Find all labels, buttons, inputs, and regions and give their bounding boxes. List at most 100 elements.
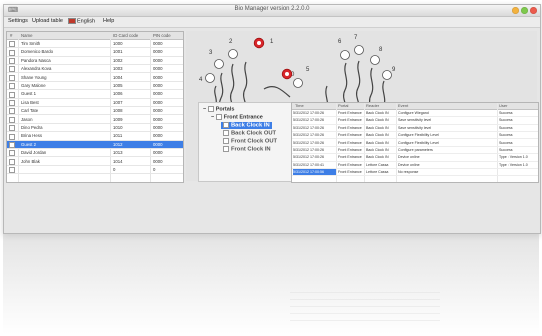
- menu-upload-table[interactable]: Upload table: [32, 18, 63, 24]
- menu-language[interactable]: English: [68, 18, 95, 24]
- tree-checkbox[interactable]: [223, 122, 229, 128]
- user-row[interactable]: Tim Smith 1000 0000: [7, 40, 183, 49]
- tree-checkbox[interactable]: [215, 114, 222, 120]
- event-row[interactable]: 5/31/2012 17:00:41 Front Entrance Lettore …: [292, 162, 538, 170]
- user-row[interactable]: David Jordan 1013 0000: [7, 149, 183, 158]
- user-row-checkbox[interactable]: [9, 58, 15, 65]
- user-row-checkbox[interactable]: [9, 125, 15, 132]
- event-time-cell: 5/31/2012 17:00:41: [293, 162, 324, 167]
- finger-8-tip[interactable]: 8: [370, 47, 384, 65]
- user-row[interactable]: John Blak 1014 0000: [7, 158, 183, 166]
- user-pin-cell: 0000: [153, 49, 163, 55]
- finger-2-tip[interactable]: 2: [228, 39, 238, 59]
- event-row[interactable]: 5/31/2012 17:00:26 Front Entrance Back Clo…: [292, 154, 538, 162]
- window-reflection: [3, 234, 539, 334]
- tree-checkbox[interactable]: [223, 138, 229, 144]
- user-name-cell: John Blak: [21, 158, 40, 164]
- tree-checkbox[interactable]: [207, 106, 214, 112]
- tree-item-label: Front Clock OUT: [231, 138, 278, 145]
- tree-front-entrance[interactable]: − Front Entrance: [211, 114, 263, 120]
- event-row[interactable]: 5/31/2012 17:00:26 Front Entrance Back Clo…: [292, 110, 538, 118]
- user-row[interactable]: Pandora Nasca 1002 0000: [7, 57, 183, 65]
- user-row-checkbox[interactable]: [9, 74, 15, 81]
- window-title: Bio Manager version 2.2.0.0: [234, 6, 310, 12]
- finger-3-tip[interactable]: 3: [209, 50, 224, 69]
- column-header-reader[interactable]: Reader: [366, 103, 379, 109]
- users-table[interactable]: # Name ID Card code PIN code Tim Smith 10…: [6, 31, 184, 183]
- user-row-checkbox[interactable]: [9, 108, 15, 115]
- tree-root[interactable]: − Portals: [203, 106, 234, 112]
- user-row-checkbox[interactable]: [9, 158, 15, 165]
- user-row-checkbox[interactable]: [9, 133, 15, 140]
- user-row-checkbox[interactable]: [9, 41, 15, 48]
- finger-7-tip[interactable]: 7: [354, 35, 364, 55]
- flag-icon: [68, 18, 76, 24]
- event-time-cell: 5/31/2012 17:00:56: [293, 169, 336, 176]
- tree-item-back-clock-in[interactable]: Back Clock IN: [221, 122, 272, 129]
- tree-toggle-icon[interactable]: −: [203, 106, 206, 112]
- user-row[interactable]: Shane Young 1004 0000: [7, 74, 183, 82]
- column-header-card[interactable]: ID Card code: [113, 32, 138, 39]
- event-row[interactable]: 5/31/2012 17:00:26 Front Entrance Back Clo…: [292, 117, 538, 125]
- user-row-checkbox[interactable]: [9, 142, 15, 149]
- close-button[interactable]: [530, 7, 537, 14]
- column-header-name[interactable]: Name: [21, 32, 32, 39]
- tree-checkbox[interactable]: [223, 130, 229, 136]
- user-row[interactable]: Guest 1 1006 0000: [7, 90, 183, 99]
- column-header-time[interactable]: Time: [295, 103, 304, 109]
- user-row[interactable]: Brina Hess 1011 0000: [7, 132, 183, 141]
- tree-toggle-icon[interactable]: −: [211, 114, 214, 120]
- finger-4-tip[interactable]: 4: [199, 73, 215, 84]
- finger-5-tip[interactable]: 5: [281, 67, 310, 80]
- finger-9-tip[interactable]: 9: [382, 67, 397, 80]
- user-row-checkbox[interactable]: [9, 100, 15, 107]
- user-card-cell: 1004: [113, 74, 123, 80]
- user-card-cell: 1002: [113, 57, 123, 63]
- event-row[interactable]: 5/31/2012 17:00:26 Front Entrance Back Clo…: [292, 147, 538, 155]
- event-row[interactable]: 5/31/2012 17:00:56 Front Entrance Lettore …: [292, 169, 538, 177]
- menu-settings[interactable]: Settings: [8, 18, 28, 24]
- user-pin-cell: 0000: [153, 108, 163, 114]
- user-row-checkbox[interactable]: [9, 66, 15, 73]
- menu-help[interactable]: Help: [103, 18, 114, 24]
- portals-tree[interactable]: − Portals − Front Entrance Back Clock IN…: [198, 102, 292, 182]
- user-row[interactable]: Alexandra Kova 1003 0000: [7, 65, 183, 74]
- minimize-button[interactable]: [512, 7, 519, 14]
- menu-language-label: English: [77, 18, 96, 25]
- event-event-cell: Save sensitivity level: [398, 118, 432, 123]
- event-row[interactable]: 5/31/2012 17:00:26 Front Entrance Back Clo…: [292, 140, 538, 147]
- user-row[interactable]: Gary Malone 1005 0000: [7, 82, 183, 91]
- tree-item-front-clock-in[interactable]: Front Clock IN: [223, 146, 271, 153]
- event-time-cell: 5/31/2012 17:00:26: [293, 148, 324, 152]
- user-row-checkbox[interactable]: [9, 83, 15, 90]
- user-row-checkbox[interactable]: [9, 167, 15, 174]
- column-header-pin[interactable]: PIN code: [153, 32, 171, 39]
- column-header-portal[interactable]: Portal: [338, 103, 348, 109]
- column-header-index[interactable]: #: [10, 32, 12, 39]
- event-row[interactable]: 5/31/2012 17:00:26 Front Entrance Back Clo…: [292, 132, 538, 140]
- finger-0-tip[interactable]: 0: [291, 72, 303, 88]
- user-row[interactable]: Carl Tate 1008 0000: [7, 107, 183, 116]
- user-row-checkbox[interactable]: [9, 150, 15, 157]
- tree-checkbox[interactable]: [223, 146, 229, 152]
- tree-item-front-clock-out[interactable]: Front Clock OUT: [223, 138, 277, 145]
- title-bar: ⌨ Bio Manager version 2.2.0.0: [4, 5, 540, 17]
- column-header-event[interactable]: Event: [398, 103, 408, 109]
- events-table[interactable]: Time Portal Reader Event User 5/31/2012 …: [291, 102, 539, 183]
- user-row[interactable]: Domenico Bardo 1001 0000: [7, 48, 183, 57]
- user-row-checkbox[interactable]: [9, 91, 15, 98]
- finger-6-tip[interactable]: 6: [338, 39, 350, 60]
- event-portal-cell: Front Entrance: [338, 118, 362, 123]
- column-header-user[interactable]: User: [499, 103, 507, 109]
- user-row[interactable]: Lisa Best 1007 0000: [7, 99, 183, 107]
- maximize-button[interactable]: [521, 7, 528, 14]
- user-row[interactable]: Dino Pedra 1010 0000: [7, 124, 183, 133]
- event-row[interactable]: 5/31/2012 17:00:26 Front Entrance Back Clo…: [292, 125, 538, 133]
- finger-1-tip[interactable]: 1: [253, 37, 274, 49]
- user-row[interactable]: Guest 2 1012 0000: [7, 140, 183, 149]
- user-row[interactable]: Jason 1009 0000: [7, 116, 183, 124]
- user-row-checkbox[interactable]: [9, 116, 15, 123]
- user-row[interactable]: 00: [7, 166, 183, 175]
- tree-item-back-clock-out[interactable]: Back Clock OUT: [223, 130, 276, 137]
- user-row-checkbox[interactable]: [9, 49, 15, 56]
